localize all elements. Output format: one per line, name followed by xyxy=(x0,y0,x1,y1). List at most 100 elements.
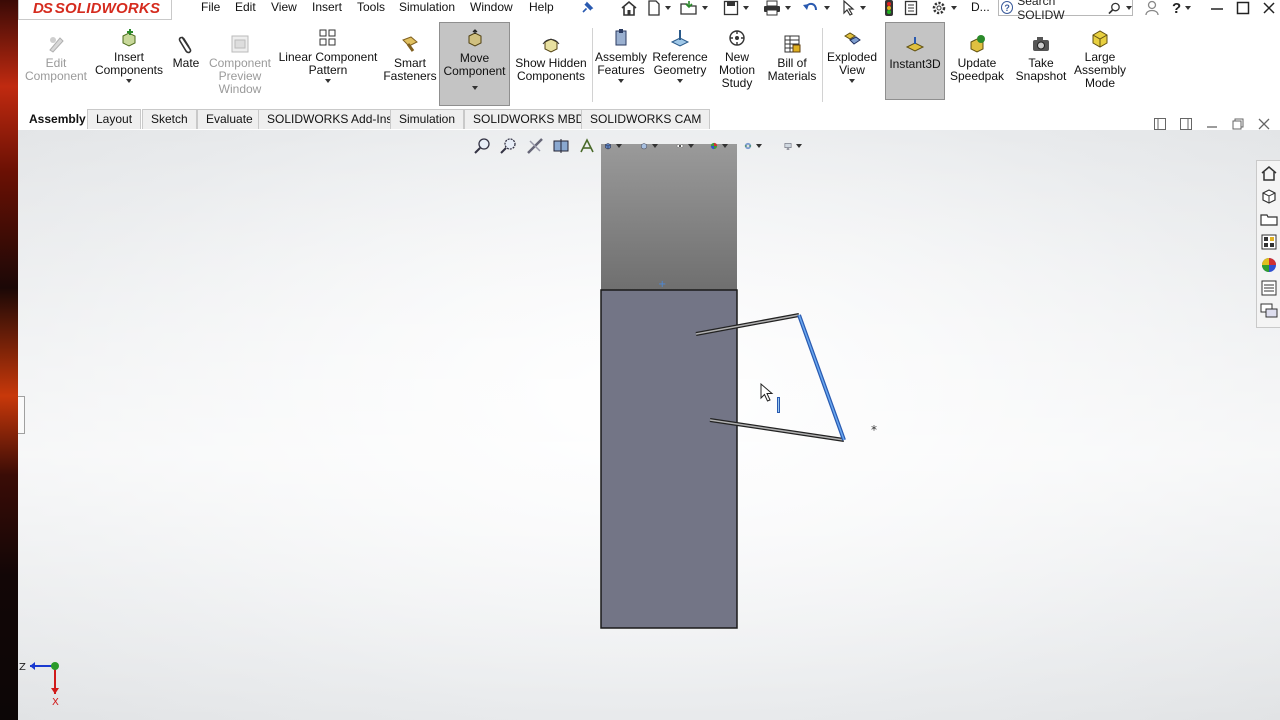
tab-evaluate[interactable]: Evaluate xyxy=(197,109,262,129)
display-style-icon[interactable] xyxy=(640,137,658,155)
large-assembly-mode-button[interactable]: Large Assembly Mode xyxy=(1072,22,1128,106)
menu-window[interactable]: Window xyxy=(470,0,513,16)
overflow-menu[interactable]: D... xyxy=(971,0,990,16)
pin-icon[interactable] xyxy=(580,0,594,16)
tile-right-icon[interactable] xyxy=(1178,117,1194,131)
document-minimize-icon[interactable] xyxy=(1204,117,1220,131)
menu-tools[interactable]: Tools xyxy=(357,0,385,16)
separator xyxy=(592,28,593,102)
tab-addins[interactable]: SOLIDWORKS Add-Ins xyxy=(258,109,402,129)
tab-sketch[interactable]: Sketch xyxy=(142,109,197,129)
magnifier-icon[interactable] xyxy=(1108,1,1121,15)
document-close-icon[interactable] xyxy=(1256,117,1272,131)
forum-icon[interactable] xyxy=(1258,300,1280,322)
menu-help[interactable]: Help xyxy=(529,0,554,16)
insert-components-button[interactable]: Insert Components xyxy=(92,22,166,106)
design-library-icon[interactable] xyxy=(1258,185,1280,207)
view-palette-icon[interactable] xyxy=(1258,231,1280,253)
exploded-view-icon xyxy=(842,28,862,48)
close-app-icon[interactable] xyxy=(1262,0,1276,16)
edit-component-label: Edit Component xyxy=(24,56,88,83)
smart-fasteners-button[interactable]: Smart Fasteners xyxy=(382,22,438,106)
view-orientation-icon[interactable] xyxy=(604,137,622,155)
edit-appearance-icon[interactable] xyxy=(710,137,728,155)
tab-layout[interactable]: Layout xyxy=(87,109,142,129)
new-motion-study-button[interactable]: New Motion Study xyxy=(712,22,762,106)
search-input[interactable]: ? Search SOLIDW xyxy=(998,0,1133,22)
svg-text:+: + xyxy=(658,279,666,290)
show-hidden-label: Show Hidden Components xyxy=(515,56,587,83)
part-front-face[interactable] xyxy=(600,289,738,629)
take-snapshot-button[interactable]: Take Snapshot xyxy=(1010,22,1072,106)
file-properties-icon[interactable] xyxy=(904,0,918,16)
minimize-app-icon[interactable] xyxy=(1210,0,1224,16)
save-icon[interactable] xyxy=(723,0,749,16)
previous-view-icon[interactable] xyxy=(526,137,544,155)
new-document-icon[interactable] xyxy=(647,0,671,16)
solidworks-logo[interactable]: DS SOLIDWORKS xyxy=(18,0,172,20)
help-icon[interactable]: ? xyxy=(1172,0,1192,17)
smart-fasteners-label: Smart Fasteners xyxy=(383,56,437,83)
assembly-features-button[interactable]: Assembly Features xyxy=(594,22,648,106)
insert-components-label: Insert Components xyxy=(94,50,164,77)
triad-z-label: Z xyxy=(19,662,26,673)
file-explorer-icon[interactable] xyxy=(1258,208,1280,230)
hide-show-items-icon[interactable] xyxy=(676,137,694,155)
logo-name: SOLIDWORKS xyxy=(54,0,161,17)
feature-tree-flyout-handle[interactable] xyxy=(18,396,25,434)
apply-scene-icon[interactable] xyxy=(744,137,762,155)
undo-icon[interactable] xyxy=(802,0,830,16)
move-component-button[interactable]: Move Component xyxy=(439,22,510,106)
user-icon[interactable] xyxy=(1145,0,1159,16)
view-settings-icon[interactable] xyxy=(784,137,802,155)
maximize-app-icon[interactable] xyxy=(1236,0,1250,16)
zoom-area-icon[interactable] xyxy=(500,137,518,155)
gear-icon[interactable] xyxy=(931,0,957,16)
update-speedpak-button[interactable]: Update Speedpak xyxy=(948,22,1006,106)
open-folder-icon[interactable] xyxy=(680,0,708,16)
task-pane-tabs xyxy=(1256,160,1280,328)
mate-button[interactable]: Mate xyxy=(168,22,204,106)
linear-pattern-icon xyxy=(318,28,338,48)
zoom-to-fit-icon[interactable] xyxy=(474,137,492,155)
exploded-view-button[interactable]: Exploded View xyxy=(824,22,880,106)
show-hidden-components-button[interactable]: Show Hidden Components xyxy=(512,22,590,106)
tab-cam[interactable]: SOLIDWORKS CAM xyxy=(581,109,711,129)
dynamic-annotation-icon[interactable] xyxy=(578,137,596,155)
linear-component-pattern-button[interactable]: Linear Component Pattern xyxy=(276,22,380,106)
instant3d-button[interactable]: Instant3D xyxy=(885,22,945,100)
component-preview-window-button[interactable]: Component Preview Window xyxy=(206,22,274,106)
menu-insert[interactable]: Insert xyxy=(312,0,342,16)
part-top-face[interactable] xyxy=(601,144,737,290)
triad-x-label: X xyxy=(52,697,59,708)
menu-file[interactable]: File xyxy=(201,0,220,16)
appearances-scenes-icon[interactable] xyxy=(1258,254,1280,276)
tab-assembly[interactable]: Assembly xyxy=(20,109,95,129)
tab-mbd[interactable]: SOLIDWORKS MBD xyxy=(464,109,594,129)
reference-geometry-button[interactable]: Reference Geometry xyxy=(650,22,710,106)
select-arrow-icon[interactable] xyxy=(842,0,866,16)
solidworks-window: DS SOLIDWORKS File Edit View Insert Tool… xyxy=(18,0,1280,720)
home-icon[interactable] xyxy=(620,0,638,16)
section-view-icon[interactable] xyxy=(552,137,570,155)
menu-edit[interactable]: Edit xyxy=(235,0,256,16)
custom-properties-icon[interactable] xyxy=(1258,277,1280,299)
bill-of-materials-button[interactable]: Bill of Materials xyxy=(764,22,820,106)
component-preview-label: Component Preview Window xyxy=(208,56,272,96)
graphics-area[interactable]: + * Z X xyxy=(18,118,1280,720)
logo-ds: DS xyxy=(33,0,53,17)
edit-component-button[interactable]: Edit Component xyxy=(22,22,90,106)
document-restore-icon[interactable] xyxy=(1230,117,1246,131)
print-icon[interactable] xyxy=(763,0,791,16)
tile-left-icon[interactable] xyxy=(1152,117,1168,131)
update-speedpak-icon xyxy=(967,34,987,54)
component-preview-icon xyxy=(230,34,250,54)
tab-simulation[interactable]: Simulation xyxy=(390,109,465,129)
assembly-model[interactable]: + * xyxy=(18,130,1280,720)
menu-simulation[interactable]: Simulation xyxy=(399,0,455,16)
instant3d-icon xyxy=(905,35,925,55)
new-motion-study-label: New Motion Study xyxy=(718,50,756,90)
traffic-light-icon[interactable] xyxy=(884,0,894,16)
solidworks-resources-home-icon[interactable] xyxy=(1258,162,1280,184)
menu-view[interactable]: View xyxy=(271,0,297,16)
